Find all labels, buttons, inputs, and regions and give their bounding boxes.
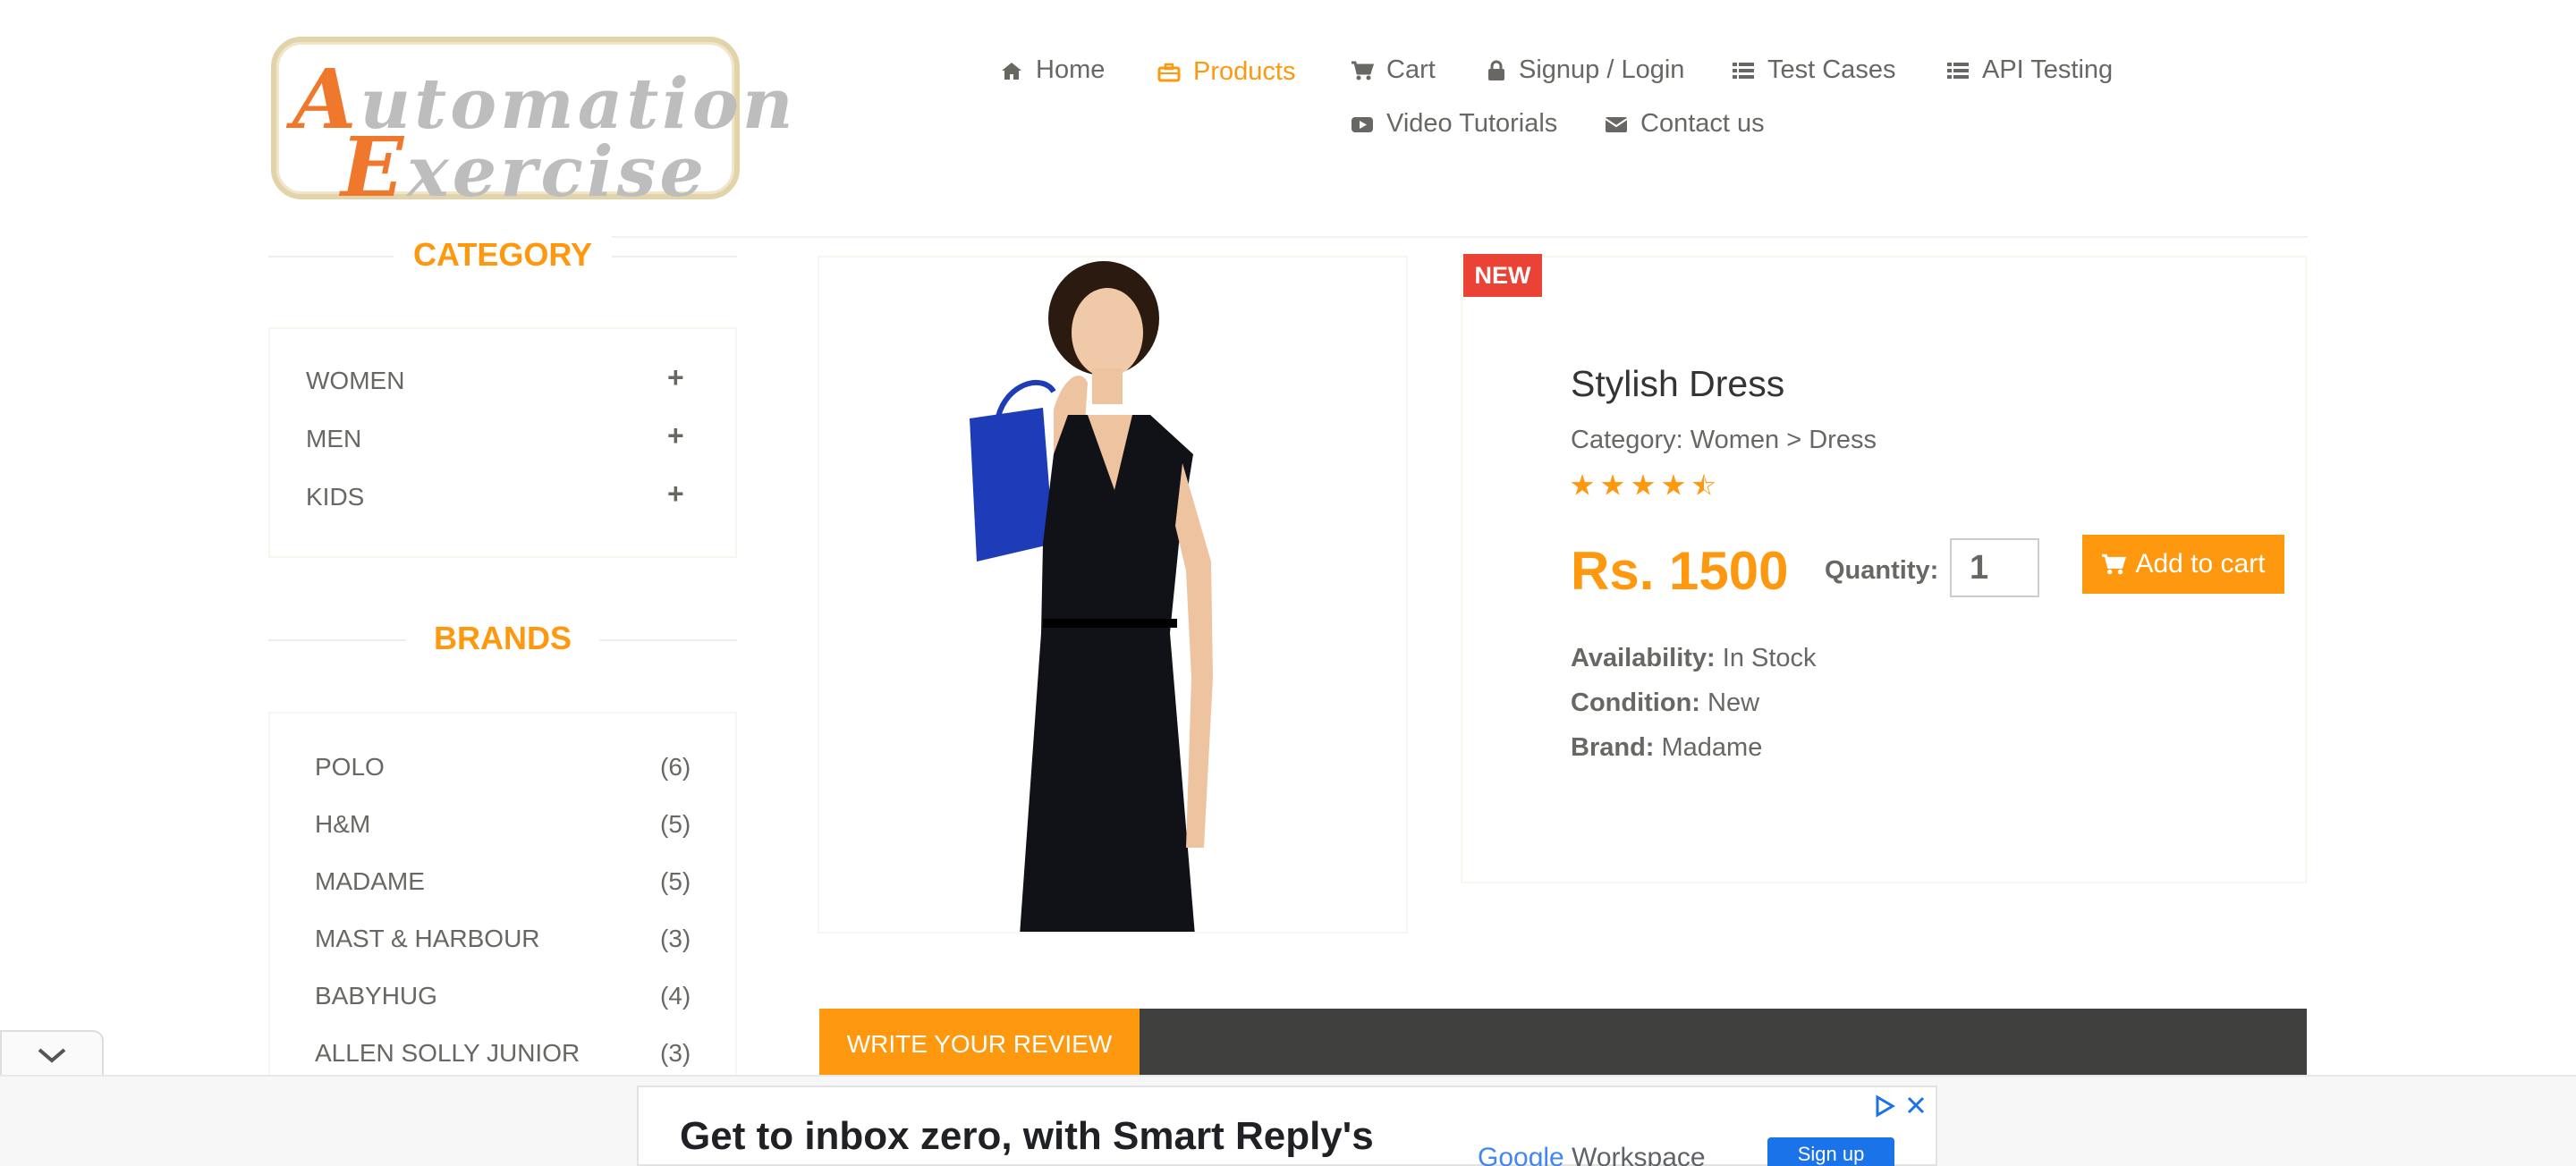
logo-line-2: Exercise (341, 119, 708, 215)
brands-heading: BRANDS (406, 620, 599, 657)
nav-signup-login-label: Signup / Login (1519, 55, 1685, 84)
nav-api-testing[interactable]: API Testing (1946, 55, 2113, 85)
nav-test-cases[interactable]: Test Cases (1732, 55, 1895, 85)
brand-count: (3) (660, 925, 691, 952)
nav-cart-label: Cart (1386, 55, 1436, 84)
brand-mast-harbour[interactable]: MAST & HARBOUR (315, 925, 540, 953)
google-wordmark: Google (1478, 1143, 1564, 1166)
brand-count: (6) (660, 753, 691, 781)
brand-count: (4) (660, 982, 691, 1010)
list-icon (1733, 62, 1754, 79)
brand-count: (3) (660, 1039, 691, 1067)
add-to-cart-button[interactable]: Add to cart (2082, 535, 2284, 594)
brand-count: (5) (660, 867, 691, 895)
workspace-wordmark: Workspace (1572, 1143, 1706, 1166)
brand-polo[interactable]: POLO (315, 753, 385, 782)
half-star-icon (1692, 474, 1716, 497)
nav-contact-us-label: Contact us (1640, 109, 1765, 138)
expand-men-icon[interactable]: + (667, 419, 684, 452)
tab-write-review[interactable]: WRITE YOUR REVIEW (819, 1009, 1140, 1080)
brand-allen-solly-junior[interactable]: ALLEN SOLLY JUNIOR (315, 1039, 580, 1068)
brand-row: Brand: Madame (1571, 733, 1762, 763)
cart-icon (2102, 553, 2127, 575)
nav-api-testing-label: API Testing (1982, 55, 2114, 84)
add-to-cart-label: Add to cart (2135, 549, 2266, 579)
expand-kids-icon[interactable]: + (667, 477, 684, 511)
availability-row: Availability: In Stock (1571, 644, 1817, 673)
category-heading: CATEGORY (394, 236, 612, 274)
nav-home-label: Home (1036, 55, 1106, 84)
list-icon (1947, 62, 1969, 79)
youtube-icon (1352, 116, 1373, 132)
brand-hm[interactable]: H&M (315, 810, 370, 839)
nav-products[interactable]: Products (1157, 57, 1295, 87)
new-badge: NEW (1463, 254, 1542, 297)
availability-label: Availability: (1571, 644, 1716, 672)
brand-count: (5) (660, 810, 691, 838)
brand-label: Brand: (1571, 733, 1655, 762)
header-divider (445, 236, 2308, 238)
rating-stars (1571, 474, 1716, 497)
condition-row: Condition: New (1571, 689, 1759, 718)
quantity-label: Quantity: (1825, 556, 1939, 585)
ad-headline: Get to inbox zero, with Smart Reply's (680, 1114, 1374, 1158)
condition-value: New (1707, 689, 1760, 717)
site-logo[interactable]: Automation Exercise (271, 37, 793, 215)
lock-icon (1488, 60, 1504, 80)
nav-video-tutorials-label: Video Tutorials (1386, 109, 1558, 138)
category-men[interactable]: MEN (306, 425, 361, 453)
nav-signup-login[interactable]: Signup / Login (1487, 55, 1684, 85)
availability-value: In Stock (1722, 644, 1817, 672)
brand-babyhug[interactable]: BABYHUG (315, 982, 437, 1010)
quantity-input[interactable] (1950, 538, 2039, 597)
brand-madame[interactable]: MADAME (315, 867, 425, 896)
chevron-down-icon (38, 1048, 66, 1063)
star-icon (1631, 474, 1655, 495)
product-image (818, 256, 1408, 934)
google-workspace-logo: Google Workspace (1478, 1143, 1706, 1166)
collapse-toggle[interactable] (0, 1030, 104, 1078)
brand-value: Madame (1661, 733, 1763, 762)
briefcase-icon (1157, 63, 1181, 81)
product-photo (970, 261, 1213, 932)
product-price: Rs. 1500 (1571, 541, 1789, 601)
product-category: Category: Women > Dress (1571, 426, 1877, 454)
nav-home[interactable]: Home (1000, 55, 1105, 85)
star-icon (1571, 474, 1594, 495)
envelope-icon (1605, 116, 1628, 132)
close-ad-icon[interactable] (1905, 1094, 1927, 1116)
nav-contact-us[interactable]: Contact us (1605, 109, 1765, 139)
nav-video-tutorials[interactable]: Video Tutorials (1351, 109, 1557, 139)
cart-icon (1352, 61, 1374, 80)
star-icon (1662, 474, 1685, 495)
nav-cart[interactable]: Cart (1351, 55, 1436, 85)
adchoices-icon[interactable] (1873, 1094, 1896, 1118)
home-icon (1002, 62, 1021, 80)
condition-label: Condition: (1571, 689, 1700, 717)
nav-test-cases-label: Test Cases (1767, 55, 1896, 84)
star-icon (1601, 474, 1624, 495)
expand-women-icon[interactable]: + (667, 361, 684, 394)
category-kids[interactable]: KIDS (306, 483, 364, 511)
product-title: Stylish Dress (1571, 363, 1785, 404)
ad-signup-button[interactable]: Sign up (1767, 1137, 1894, 1166)
category-women[interactable]: WOMEN (306, 367, 404, 395)
nav-products-label: Products (1193, 57, 1296, 86)
